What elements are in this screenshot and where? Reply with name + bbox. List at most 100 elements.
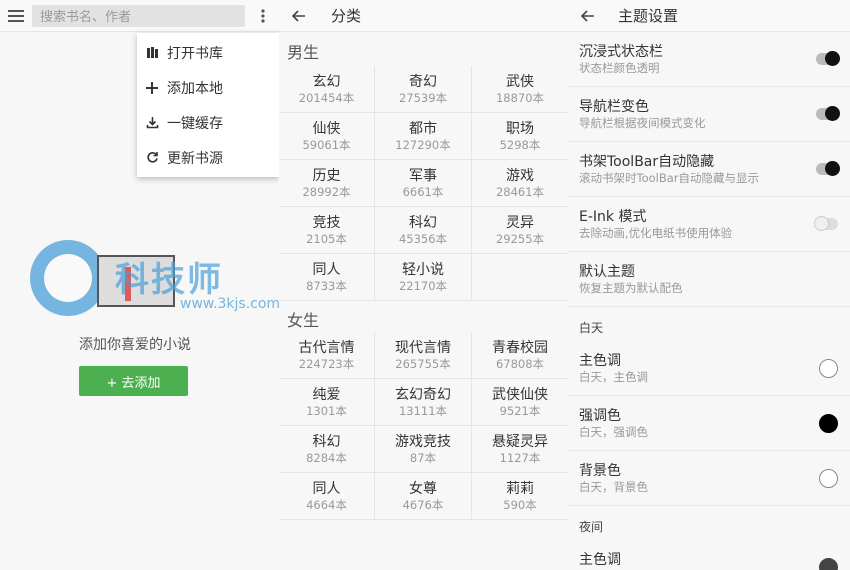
category-cell[interactable]: 青春校园 67808本 (472, 332, 568, 379)
category-cell[interactable]: 同人 8733本 (279, 254, 375, 301)
search-input[interactable]: 搜索书名、作者 (32, 4, 245, 27)
settings-list: 沉浸式状态栏 状态栏颜色透明导航栏变色 导航栏根据夜间模式变化书架ToolBar自动… (568, 32, 850, 307)
day-section-header: 白天 (579, 321, 604, 335)
category-name: 历史 (312, 167, 341, 184)
toggle-switch[interactable] (816, 161, 840, 176)
category-cell[interactable]: 武侠 18870本 (472, 66, 568, 113)
category-cell[interactable]: 科幻 45356本 (375, 207, 472, 254)
category-cell[interactable]: 悬疑灵异 1127本 (472, 426, 568, 473)
setting-title: 强调色 (579, 407, 621, 424)
category-name: 轻小说 (402, 261, 444, 278)
setting-title: 背景色 (579, 462, 621, 479)
color-swatch[interactable] (819, 557, 838, 570)
toggle-switch[interactable] (816, 106, 840, 121)
category-cell[interactable]: 军事 6661本 (375, 160, 472, 207)
category-cell[interactable]: 同人 4664本 (279, 473, 375, 520)
category-name: 科幻 (312, 433, 341, 450)
setting-row[interactable]: 默认主题 恢复主题为默认配色 (568, 252, 850, 307)
menu-label: 一键缓存 (167, 115, 223, 132)
category-count: 13111本 (398, 403, 448, 418)
category-cell[interactable]: 古代言情 224723本 (279, 332, 375, 379)
setting-subtitle: 白天，主色调 (579, 369, 648, 384)
watermark-url: www.3kjs.com (180, 296, 279, 312)
color-swatch[interactable] (819, 468, 838, 488)
back-arrow-icon[interactable] (279, 0, 319, 32)
menu-item-update-source[interactable]: 更新书源 (137, 140, 279, 175)
menu-item-cache-all[interactable]: 一键缓存 (137, 105, 279, 140)
menu-icon[interactable] (0, 0, 32, 32)
category-cell[interactable]: 现代言情 265755本 (375, 332, 472, 379)
category-name: 现代言情 (395, 339, 451, 356)
toggle-switch[interactable] (816, 51, 840, 66)
add-book-button[interactable]: + 去添加 (79, 366, 188, 396)
color-swatch[interactable] (819, 358, 838, 378)
category-cell[interactable]: 奇幻 27539本 (375, 66, 472, 113)
setting-text: 强调色 白天，强调色 (579, 407, 648, 440)
category-cell[interactable]: 职场 5298本 (472, 113, 568, 160)
more-vert-icon[interactable] (251, 0, 275, 32)
menu-item-open-library[interactable]: 打开书库 (137, 35, 279, 70)
category-cell[interactable]: 女尊 4676本 (375, 473, 472, 520)
category-name: 灵异 (506, 214, 534, 231)
category-cell[interactable]: 科幻 8284本 (279, 426, 375, 473)
category-count: 201454本 (298, 90, 355, 105)
night-color-list: 主色调夜间，主色调 (568, 540, 850, 570)
category-cell[interactable]: 历史 28992本 (279, 160, 375, 207)
setting-subtitle: 去除动画,优化电纸书使用体验 (579, 225, 733, 240)
category-name: 同人 (312, 480, 341, 497)
category-cell[interactable]: 竞技 2105本 (279, 207, 375, 254)
category-cell[interactable]: 轻小说 22170本 (375, 254, 472, 301)
category-count: 28461本 (495, 184, 545, 199)
watermark-logo (30, 240, 106, 316)
category-name: 都市 (409, 120, 437, 137)
theme-settings-panel: 主题设置 沉浸式状态栏 状态栏颜色透明 导航栏变色 导航栏根据夜间模式变化 书架Tool… (568, 0, 850, 570)
category-name: 武侠仙侠 (492, 386, 548, 403)
setting-subtitle: 滚动书架时ToolBar自动隐藏与显示 (579, 170, 760, 185)
category-cell (472, 254, 568, 301)
category-count: 1301本 (306, 403, 347, 418)
category-cell[interactable]: 玄幻奇幻 13111本 (375, 379, 472, 426)
category-cell[interactable]: 武侠仙侠 9521本 (472, 379, 568, 426)
menu-label: 更新书源 (167, 150, 223, 167)
category-count: 29255本 (495, 231, 545, 246)
category-name: 悬疑灵异 (492, 433, 548, 450)
category-cell[interactable]: 莉莉 590本 (472, 473, 568, 520)
setting-row[interactable]: 强调色 白天，强调色 (568, 396, 850, 451)
download-icon (144, 115, 160, 131)
setting-row[interactable]: E-Ink 模式 去除动画,优化电纸书使用体验 (568, 197, 850, 252)
menu-label: 添加本地 (167, 80, 223, 97)
category-cell[interactable]: 纯爱 1301本 (279, 379, 375, 426)
category-name: 莉莉 (506, 480, 534, 497)
category-count: 2105本 (306, 231, 347, 246)
category-cell[interactable]: 玄幻 201454本 (279, 66, 375, 113)
refresh-icon (144, 150, 160, 166)
setting-text: 背景色 白天，背景色 (579, 462, 648, 495)
setting-row[interactable]: 书架ToolBar自动隐藏 滚动书架时ToolBar自动隐藏与显示 (568, 142, 850, 197)
setting-row[interactable]: 主色调夜间，主色调 (568, 540, 850, 570)
toggle-switch[interactable] (814, 216, 838, 231)
color-swatch[interactable] (819, 413, 838, 433)
category-toolbar: 分类 (279, 0, 568, 32)
category-name: 科幻 (409, 214, 437, 231)
plus-icon (144, 80, 160, 96)
category-count: 224723本 (298, 356, 355, 371)
category-cell[interactable]: 游戏 28461本 (472, 160, 568, 207)
category-count: 45356本 (398, 231, 448, 246)
category-cell[interactable]: 游戏竞技 87本 (375, 426, 472, 473)
setting-row[interactable]: 背景色 白天，背景色 (568, 451, 850, 506)
menu-item-add-local[interactable]: 添加本地 (137, 70, 279, 105)
setting-text: 导航栏变色 导航栏根据夜间模式变化 (579, 98, 706, 131)
category-count: 18870本 (495, 90, 545, 105)
category-count: 8284本 (306, 450, 347, 465)
category-count: 22170本 (398, 278, 448, 293)
setting-row[interactable]: 主色调 白天，主色调 (568, 341, 850, 396)
setting-row[interactable]: 沉浸式状态栏 状态栏颜色透明 (568, 32, 850, 87)
category-count: 87本 (409, 450, 437, 465)
category-count: 9521本 (499, 403, 541, 418)
category-cell[interactable]: 都市 127290本 (375, 113, 472, 160)
setting-row[interactable]: 导航栏变色 导航栏根据夜间模式变化 (568, 87, 850, 142)
male-section-header: 男生 (287, 43, 320, 62)
back-arrow-icon[interactable] (568, 0, 608, 32)
category-cell[interactable]: 灵异 29255本 (472, 207, 568, 254)
category-cell[interactable]: 仙侠 59061本 (279, 113, 375, 160)
